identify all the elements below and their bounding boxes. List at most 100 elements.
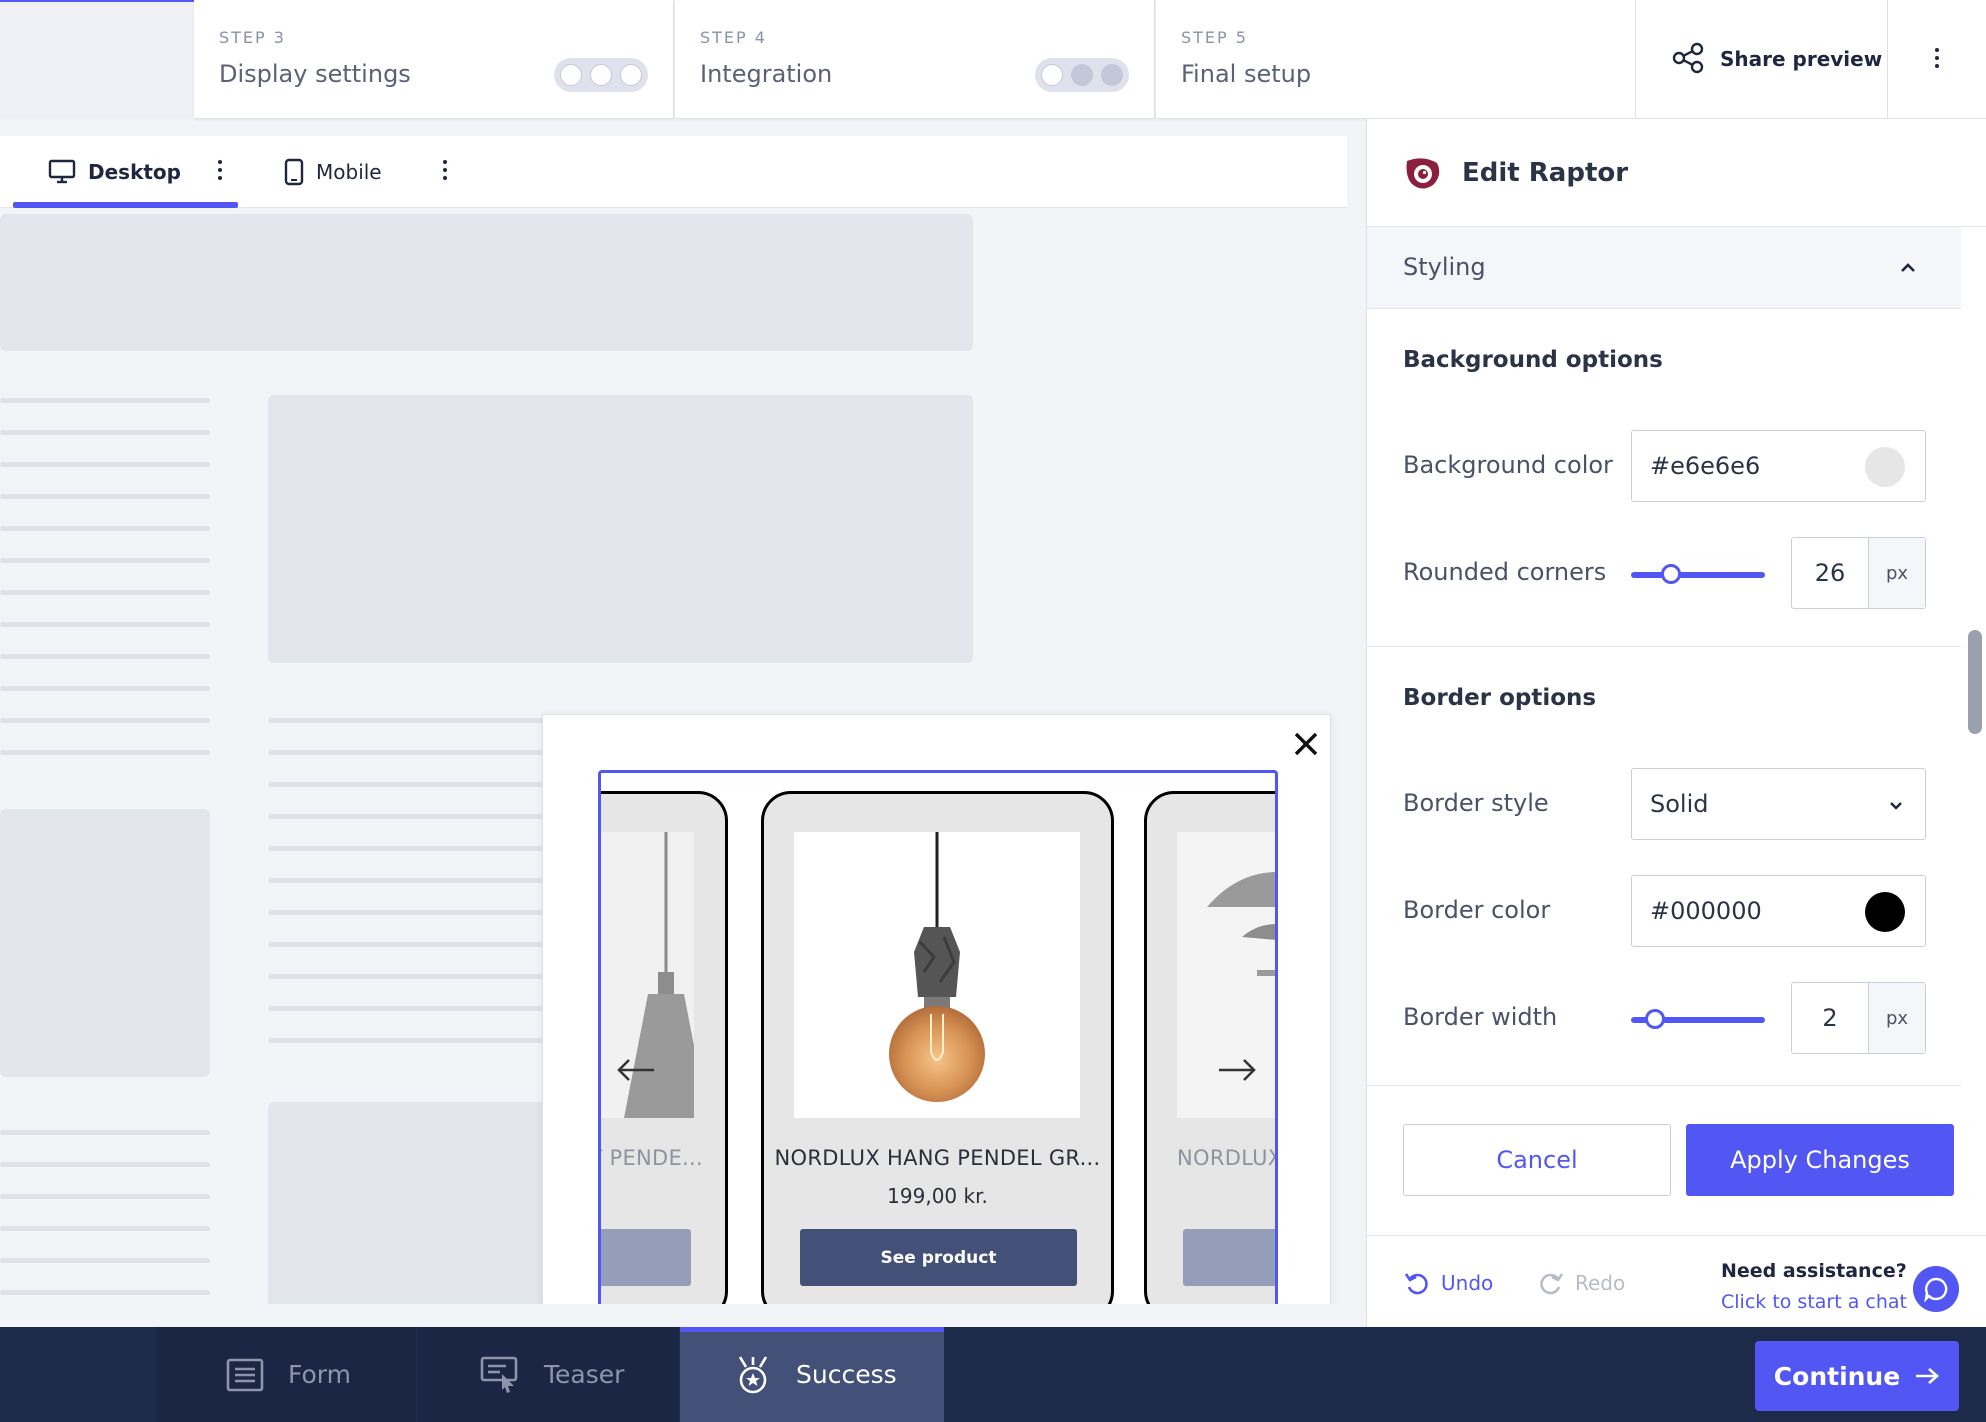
rounded-corners-label: Rounded corners [1403, 558, 1607, 586]
continue-button[interactable]: Continue [1755, 1341, 1959, 1411]
step-title: Display settings [219, 60, 411, 88]
unit-label: px [1869, 538, 1925, 608]
background-color-field[interactable]: #e6e6e6 [1631, 430, 1926, 502]
border-width-label: Border width [1403, 1003, 1558, 1031]
steps-bar: STEP 3 Display settings STEP 4 Integrati… [0, 0, 1986, 119]
tab-desktop-label: Desktop [88, 160, 181, 184]
panel-scrollbar[interactable] [1968, 630, 1982, 734]
product-name: NORDLUX HANG PENDEL GR... [774, 1146, 1101, 1170]
border-color-swatch[interactable] [1865, 892, 1905, 932]
active-tab-indicator [680, 1327, 944, 1332]
step-title: Final setup [1181, 60, 1312, 88]
arrow-right-icon[interactable] [1217, 1058, 1257, 1082]
divider [1367, 1085, 1961, 1086]
see-product-button[interactable] [601, 1229, 691, 1286]
slider-thumb[interactable] [1660, 564, 1681, 584]
top-left-spacer [0, 0, 194, 119]
see-product-button[interactable] [1183, 1229, 1275, 1286]
unit-label: px [1869, 983, 1925, 1053]
preview-canvas: Desktop Mobile T PENDE... NORDLUX HANG P… [0, 136, 1347, 1304]
background-color-value: #e6e6e6 [1650, 452, 1761, 480]
redo-label: Redo [1575, 1271, 1626, 1295]
device-tabs: Desktop Mobile [0, 136, 1347, 208]
border-style-label: Border style [1403, 789, 1549, 817]
share-icon [1672, 42, 1704, 74]
skeleton-block [268, 395, 973, 663]
slider-thumb[interactable] [1644, 1009, 1665, 1029]
tab-mobile-label: Mobile [316, 160, 382, 184]
border-width-input[interactable]: 2 px [1791, 982, 1926, 1054]
arrow-left-icon[interactable] [616, 1058, 656, 1082]
tab-mobile[interactable]: Mobile [284, 136, 382, 208]
border-color-value: #000000 [1650, 897, 1762, 925]
mobile-options-button[interactable] [443, 160, 447, 180]
step-display-settings[interactable]: STEP 3 Display settings [194, 0, 674, 119]
panel-header: Edit Raptor [1367, 119, 1986, 227]
tab-desktop[interactable]: Desktop [48, 136, 181, 208]
border-style-select[interactable]: Solid [1631, 768, 1926, 840]
tab-form-label: Form [288, 1360, 351, 1389]
background-color-swatch[interactable] [1865, 447, 1905, 487]
progress-dot [620, 64, 642, 86]
chat-button[interactable] [1913, 1266, 1959, 1312]
assistance-question: Need assistance? [1721, 1260, 1907, 1282]
panel-title: Edit Raptor [1462, 158, 1629, 188]
tab-success[interactable]: Success [680, 1327, 944, 1422]
mobile-icon [284, 158, 304, 186]
accordion-title: Styling [1403, 253, 1486, 281]
background-color-label: Background color [1403, 451, 1613, 479]
product-carousel[interactable]: T PENDE... NORDLUX HANG PENDEL GR... 199… [598, 770, 1278, 1304]
product-name: T PENDE... [598, 1146, 703, 1170]
step-number: STEP 3 [219, 28, 286, 47]
panel-footer: Undo Redo Need assistance? Click to star… [1367, 1235, 1986, 1327]
close-icon[interactable] [1291, 729, 1321, 759]
chevron-down-icon [1890, 802, 1902, 810]
step-title: Integration [700, 60, 833, 88]
rounded-corners-slider[interactable] [1631, 564, 1765, 584]
rounded-corners-input[interactable]: 26 px [1791, 537, 1926, 609]
start-chat-link[interactable]: Click to start a chat [1721, 1291, 1907, 1313]
styling-accordion-header[interactable]: Styling [1367, 227, 1961, 309]
step-progress-dots [554, 58, 648, 92]
rounded-corners-value[interactable]: 26 [1792, 538, 1869, 608]
redo-button[interactable]: Redo [1537, 1270, 1625, 1296]
step-final-setup[interactable]: STEP 5 Final setup [1156, 0, 1636, 119]
success-popup-preview[interactable]: T PENDE... NORDLUX HANG PENDEL GR... 199… [542, 714, 1331, 1304]
product-card[interactable]: NORDLUX HANG PENDEL GR... 199,00 kr. See… [761, 791, 1114, 1304]
kebab-icon [1935, 48, 1939, 68]
see-product-button[interactable]: See product [800, 1229, 1077, 1286]
step-number: STEP 5 [1181, 28, 1248, 47]
desktop-icon [48, 159, 76, 184]
border-width-value[interactable]: 2 [1792, 983, 1869, 1053]
apply-changes-button[interactable]: Apply Changes [1686, 1124, 1954, 1196]
chevron-up-icon [1901, 263, 1915, 272]
divider [1367, 646, 1961, 647]
product-card[interactable]: NORDLUX [1144, 791, 1278, 1304]
skeleton-block [0, 809, 210, 1077]
background-options-heading: Background options [1403, 347, 1663, 373]
product-card[interactable]: T PENDE... [598, 791, 728, 1304]
edison-bulb-image [889, 832, 985, 1102]
undo-button[interactable]: Undo [1403, 1270, 1493, 1296]
step-progress-dots [1035, 58, 1129, 92]
tab-teaser[interactable]: Teaser [418, 1327, 678, 1422]
progress-dot [1041, 64, 1063, 86]
success-badge-icon [738, 1355, 768, 1393]
desktop-options-button[interactable] [218, 160, 222, 180]
undo-label: Undo [1441, 1271, 1494, 1295]
border-color-field[interactable]: #000000 [1631, 875, 1926, 947]
step-integration[interactable]: STEP 4 Integration [675, 0, 1155, 119]
form-icon [226, 1358, 264, 1391]
tab-form[interactable]: Form [156, 1327, 416, 1422]
cancel-button[interactable]: Cancel [1403, 1124, 1671, 1196]
product-image [794, 832, 1080, 1118]
progress-dot [590, 64, 612, 86]
progress-dot [1071, 64, 1093, 86]
edit-panel: Edit Raptor Styling Background options B… [1366, 119, 1986, 1327]
chat-bubble-icon [1924, 1277, 1948, 1303]
share-preview-button[interactable]: Share preview [1636, 0, 1888, 119]
border-width-slider[interactable] [1631, 1009, 1765, 1029]
teaser-icon [480, 1356, 518, 1393]
product-name: NORDLUX [1177, 1146, 1278, 1170]
more-options-button[interactable] [1888, 0, 1986, 119]
